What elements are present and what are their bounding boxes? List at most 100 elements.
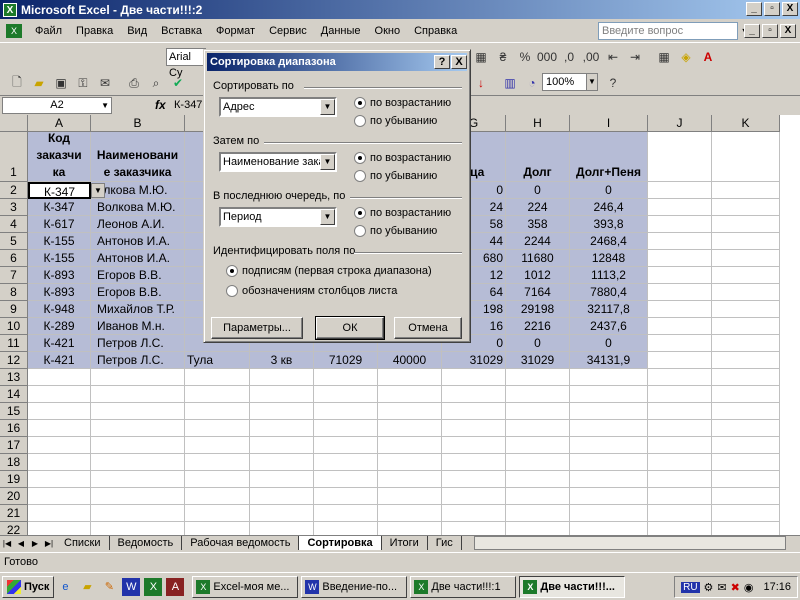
row-header[interactable]: 5 (0, 233, 28, 250)
word-icon[interactable]: W (122, 577, 141, 596)
last-by-desc-radio[interactable]: по убыванию (354, 225, 437, 237)
doc-minimize-button[interactable]: _ (744, 24, 760, 38)
table-cell[interactable] (506, 437, 570, 454)
table-cell[interactable] (442, 437, 506, 454)
table-cell[interactable] (648, 284, 712, 301)
table-cell[interactable] (91, 505, 185, 522)
table-cell[interactable]: Михайлов Т.Р. (91, 301, 185, 318)
header-cell[interactable] (712, 132, 780, 182)
row-header[interactable]: 11 (0, 335, 28, 352)
table-cell[interactable] (648, 488, 712, 505)
table-cell[interactable] (712, 403, 780, 420)
table-cell[interactable]: 34131,9 (570, 352, 648, 369)
sheet-tab[interactable]: Гис (427, 536, 462, 550)
table-cell[interactable] (28, 522, 91, 535)
open-folder-icon[interactable]: ▰ (29, 73, 49, 93)
table-cell[interactable] (314, 437, 378, 454)
table-cell[interactable] (506, 505, 570, 522)
table-cell[interactable]: 7880,4 (570, 284, 648, 301)
table-cell[interactable]: 1012 (506, 267, 570, 284)
increase-indent-icon[interactable]: ⇥ (625, 47, 645, 67)
table-cell[interactable] (442, 386, 506, 403)
header-cell[interactable]: Долг+Пеня (570, 132, 648, 182)
table-cell[interactable] (506, 522, 570, 535)
table-cell[interactable] (570, 437, 648, 454)
table-cell[interactable] (712, 386, 780, 403)
table-cell[interactable] (712, 369, 780, 386)
header-cell[interactable]: Код заказчи ка (28, 132, 91, 182)
table-cell[interactable]: К-893 (28, 267, 91, 284)
next-sheet-icon[interactable]: ▶ (28, 539, 42, 548)
table-cell[interactable] (378, 386, 442, 403)
table-cell[interactable] (378, 522, 442, 535)
help-icon[interactable]: ? (603, 73, 623, 93)
print-preview-icon[interactable]: ⌕ (146, 73, 166, 93)
row-header[interactable]: 2 (0, 182, 28, 199)
table-cell[interactable] (378, 488, 442, 505)
parameters-button[interactable]: Параметры... (211, 317, 303, 339)
row-header[interactable]: 15 (0, 403, 28, 420)
table-cell[interactable]: К-289 (28, 318, 91, 335)
table-cell[interactable]: Тула (185, 352, 250, 369)
row-header[interactable]: 19 (0, 471, 28, 488)
table-cell[interactable]: 71029 (314, 352, 378, 369)
table-cell[interactable] (570, 454, 648, 471)
column-header[interactable]: A (28, 115, 91, 132)
pen-icon[interactable]: ✎ (100, 578, 118, 596)
sort-by-desc-radio[interactable]: по убыванию (354, 115, 437, 127)
table-cell[interactable]: 31029 (442, 352, 506, 369)
table-cell[interactable] (91, 522, 185, 535)
table-cell[interactable] (378, 471, 442, 488)
table-cell[interactable]: 0 (506, 335, 570, 352)
row-header[interactable]: 8 (0, 284, 28, 301)
table-cell[interactable]: К-347 (28, 182, 91, 199)
table-cell[interactable] (648, 216, 712, 233)
table-cell[interactable]: 2244 (506, 233, 570, 250)
table-cell[interactable] (28, 403, 91, 420)
table-cell[interactable]: 12848 (570, 250, 648, 267)
table-cell[interactable] (28, 420, 91, 437)
select-all-corner[interactable] (0, 115, 28, 132)
table-cell[interactable] (648, 454, 712, 471)
font-name-input[interactable]: Arial Cy (166, 48, 206, 79)
sort-by-asc-radio[interactable]: по возрастанию (354, 97, 451, 109)
table-cell[interactable] (250, 454, 314, 471)
last-sheet-icon[interactable]: ▶| (42, 539, 56, 548)
email-icon[interactable]: ✉ (95, 73, 115, 93)
table-cell[interactable] (28, 369, 91, 386)
column-header[interactable]: B (91, 115, 185, 132)
row-header[interactable]: 13 (0, 369, 28, 386)
table-cell[interactable] (506, 386, 570, 403)
table-cell[interactable] (91, 420, 185, 437)
table-cell[interactable]: Волкова М.Ю. (91, 199, 185, 216)
table-cell[interactable] (648, 352, 712, 369)
menu-view[interactable]: Вид (120, 25, 154, 37)
table-cell[interactable] (712, 420, 780, 437)
table-cell[interactable] (648, 437, 712, 454)
table-cell[interactable] (250, 369, 314, 386)
table-cell[interactable] (506, 471, 570, 488)
table-cell[interactable] (712, 505, 780, 522)
sort-by-select[interactable]: Адрес ▼ (219, 97, 337, 117)
volume-icon[interactable]: ◉ (744, 581, 754, 594)
row-header[interactable]: 10 (0, 318, 28, 335)
then-by-asc-radio[interactable]: по возрастанию (354, 152, 451, 164)
sheet-tab[interactable]: Рабочая ведомость (182, 536, 300, 550)
table-cell[interactable] (648, 301, 712, 318)
menu-tools[interactable]: Сервис (262, 25, 314, 37)
table-cell[interactable] (250, 420, 314, 437)
network-icon[interactable]: ⚙ (704, 581, 714, 594)
menu-edit[interactable]: Правка (69, 25, 120, 37)
table-cell[interactable] (250, 437, 314, 454)
table-cell[interactable] (570, 386, 648, 403)
table-cell[interactable] (648, 199, 712, 216)
table-cell[interactable]: 0 (506, 182, 570, 199)
table-cell[interactable]: К-421 (28, 335, 91, 352)
table-cell[interactable] (91, 488, 185, 505)
table-cell[interactable]: К-948 (28, 301, 91, 318)
table-cell[interactable] (648, 505, 712, 522)
row-header[interactable]: 1 (0, 132, 28, 182)
row-header[interactable]: 12 (0, 352, 28, 369)
excel-icon[interactable]: X (144, 577, 163, 596)
table-cell[interactable] (28, 437, 91, 454)
